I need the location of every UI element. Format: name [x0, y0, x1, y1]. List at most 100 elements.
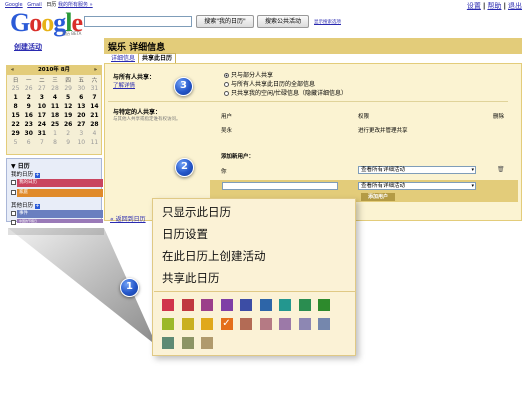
calendar-day[interactable]: 9: [62, 139, 75, 147]
create-event-link[interactable]: 创建活动: [14, 42, 42, 52]
color-swatch-selected[interactable]: ✓: [220, 318, 233, 330]
calendar-day[interactable]: 24: [35, 121, 48, 129]
calendar-day[interactable]: 27: [75, 121, 88, 129]
permission-select-new[interactable]: 查看所有详细活动: [358, 182, 476, 190]
calendar-day[interactable]: 9: [22, 103, 35, 111]
calendar-day[interactable]: 31: [88, 85, 101, 93]
back-to-calendar-link[interactable]: « 返回到日历: [110, 214, 146, 223]
color-swatch[interactable]: [240, 318, 252, 330]
color-swatch[interactable]: [259, 318, 272, 330]
calendar-day[interactable]: 26: [62, 121, 75, 129]
calendar-day[interactable]: 3: [75, 130, 88, 138]
calendar-day[interactable]: 6: [75, 94, 88, 102]
calendar-day[interactable]: 28: [48, 85, 61, 93]
my-calendars-label[interactable]: 我的日历 +: [11, 170, 41, 178]
calendar-day[interactable]: 7: [35, 139, 48, 147]
search-my-calendars-button[interactable]: 搜索"我的日历": [196, 15, 254, 28]
calendar-day[interactable]: 20: [75, 112, 88, 120]
color-swatch[interactable]: [201, 318, 213, 330]
calendar-day[interactable]: 31: [35, 130, 48, 138]
color-swatch[interactable]: [259, 299, 272, 311]
calendar-day[interactable]: 3: [35, 94, 48, 102]
calendar-day[interactable]: 19: [62, 112, 75, 120]
add-user-button[interactable]: 添加用户: [361, 193, 395, 201]
calendar-day[interactable]: 8: [9, 103, 22, 111]
calendar-day[interactable]: 27: [35, 85, 48, 93]
calendar-checkbox[interactable]: [11, 180, 16, 185]
calendar-day[interactable]: 18: [48, 112, 61, 120]
color-swatch[interactable]: [240, 299, 252, 311]
calendar-day[interactable]: 4: [48, 94, 61, 102]
calendar-day[interactable]: 2: [22, 94, 35, 102]
color-swatch[interactable]: [279, 299, 291, 311]
learn-more-link[interactable]: 了解详情: [113, 81, 135, 89]
color-swatch[interactable]: [162, 337, 174, 349]
calendar-checkbox[interactable]: [11, 220, 16, 225]
calendar-checkbox[interactable]: [11, 190, 16, 195]
prev-month-arrow[interactable]: «: [11, 66, 14, 75]
radio-share-all-details[interactable]: 与所有人共享此日历的全部信息: [224, 79, 315, 88]
color-swatch[interactable]: [181, 337, 194, 349]
calendar-day[interactable]: 26: [22, 85, 35, 93]
signout-link[interactable]: 退出: [508, 2, 522, 10]
calendar-item-mine[interactable]: 我的日历: [17, 179, 103, 187]
calendar-day[interactable]: 29: [62, 85, 75, 93]
permission-select-you[interactable]: 查看所有详细活动: [358, 166, 476, 174]
calendar-day[interactable]: 23: [22, 121, 35, 129]
menu-create-event[interactable]: 在此日历上创建活动: [162, 248, 266, 264]
calendar-item-family[interactable]: 家庭: [17, 189, 103, 197]
tab-share[interactable]: 共享此日历: [138, 53, 177, 63]
color-swatch[interactable]: [298, 318, 311, 330]
color-swatch[interactable]: [162, 299, 174, 311]
calendar-item-events[interactable]: 事件: [17, 210, 103, 218]
calendar-day[interactable]: 15: [9, 112, 22, 120]
calendar-day[interactable]: 11: [48, 103, 61, 111]
calendar-day[interactable]: 10: [35, 103, 48, 111]
calendar-day[interactable]: 29: [9, 130, 22, 138]
color-swatch[interactable]: [318, 299, 330, 311]
calendar-day[interactable]: 30: [22, 130, 35, 138]
calendar-day[interactable]: 14: [88, 103, 101, 111]
radio-share-some[interactable]: 只与部分人共享: [224, 70, 273, 79]
new-user-email-input[interactable]: [222, 182, 338, 190]
other-calendars-label[interactable]: 其他日历 +: [11, 201, 41, 209]
calendar-day[interactable]: 5: [9, 139, 22, 147]
calendar-day[interactable]: 17: [35, 112, 48, 120]
radio-share-free-busy[interactable]: 只共享我的空闲/忙碌信息（隐藏详细信息）: [224, 88, 347, 97]
calendar-day[interactable]: 7: [88, 94, 101, 102]
calendar-day[interactable]: 28: [88, 121, 101, 129]
color-swatch[interactable]: [181, 318, 194, 330]
calendar-day[interactable]: 2: [62, 130, 75, 138]
search-options-link[interactable]: 显示搜索选项: [314, 19, 341, 25]
calendar-day[interactable]: 1: [9, 94, 22, 102]
calendar-day[interactable]: 8: [48, 139, 61, 147]
calendar-day[interactable]: 25: [9, 85, 22, 93]
color-swatch[interactable]: [220, 299, 233, 311]
color-swatch[interactable]: [181, 299, 194, 311]
menu-calendar-settings[interactable]: 日历设置: [162, 226, 208, 242]
color-swatch[interactable]: [162, 318, 174, 330]
help-link[interactable]: 帮助: [487, 2, 501, 10]
calendar-day[interactable]: 13: [75, 103, 88, 111]
color-swatch[interactable]: [298, 299, 311, 311]
color-swatch[interactable]: [318, 318, 330, 330]
color-swatch[interactable]: [201, 337, 213, 349]
delete-icon[interactable]: 🗑: [497, 166, 505, 173]
search-input[interactable]: [84, 16, 192, 27]
search-public-events-button[interactable]: 搜索公共活动: [257, 15, 309, 28]
calendar-day[interactable]: 12: [62, 103, 75, 111]
color-swatch[interactable]: [279, 318, 291, 330]
next-month-arrow[interactable]: »: [94, 66, 97, 75]
calendar-day[interactable]: 21: [88, 112, 101, 120]
calendar-day[interactable]: 1: [48, 130, 61, 138]
calendar-day[interactable]: 25: [48, 121, 61, 129]
calendar-day[interactable]: 11: [88, 139, 101, 147]
calendar-checkbox[interactable]: [11, 211, 16, 216]
calendar-day[interactable]: 4: [88, 130, 101, 138]
calendar-item-holidays[interactable]: 中国的节假日: [17, 219, 103, 223]
settings-link[interactable]: 设置: [467, 2, 481, 10]
color-swatch[interactable]: [201, 299, 213, 311]
calendar-day[interactable]: 6: [22, 139, 35, 147]
menu-display-only[interactable]: 只显示此日历: [162, 204, 231, 220]
calendar-day[interactable]: 16: [22, 112, 35, 120]
